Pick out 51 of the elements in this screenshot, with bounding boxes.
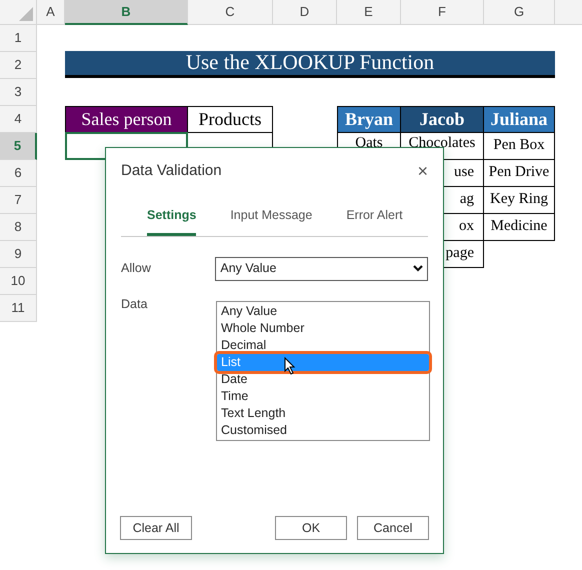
- close-button[interactable]: ×: [417, 162, 428, 180]
- dropdown-option[interactable]: Decimal: [217, 336, 429, 354]
- row-header[interactable]: 4: [0, 106, 37, 133]
- table-cell: Pen Drive: [483, 159, 555, 187]
- row-header[interactable]: 8: [0, 214, 37, 241]
- dropdown-option[interactable]: Date: [217, 370, 429, 388]
- row-header[interactable]: 10: [0, 268, 37, 295]
- column-header[interactable]: [555, 0, 582, 25]
- column-header[interactable]: F: [401, 0, 484, 25]
- dropdown-option[interactable]: Customised: [217, 422, 429, 439]
- header-cell: Products: [187, 106, 273, 133]
- cursor-icon: [284, 356, 296, 375]
- corner-triangle-icon: [19, 7, 33, 21]
- sheet-title: Use the XLOOKUP Function: [65, 51, 555, 78]
- dialog-title: Data Validation: [121, 160, 222, 181]
- dropdown-option[interactable]: Time: [217, 388, 429, 405]
- tab[interactable]: Settings: [147, 206, 196, 236]
- dropdown-option[interactable]: Any Value: [217, 302, 429, 320]
- dialog-button[interactable]: OK: [275, 516, 347, 540]
- chevron-down-icon: [413, 265, 423, 272]
- row-header[interactable]: 5: [0, 133, 37, 160]
- header-cell: Bryan: [337, 106, 401, 133]
- table-cell: Medicine: [483, 213, 555, 241]
- column-header[interactable]: E: [337, 0, 401, 25]
- dialog-button[interactable]: Cancel: [357, 516, 429, 540]
- header-cell: Jacob: [400, 106, 484, 133]
- select-all-corner[interactable]: [0, 0, 37, 25]
- column-header[interactable]: A: [37, 0, 65, 25]
- row-header[interactable]: 11: [0, 295, 37, 322]
- header-cell: Sales person: [65, 106, 188, 133]
- table-cell: Pen Box: [483, 132, 555, 160]
- dropdown-option[interactable]: Whole Number: [217, 320, 429, 337]
- allow-dropdown[interactable]: Any Value: [215, 256, 428, 281]
- dialog-button[interactable]: Clear All: [120, 516, 192, 540]
- field-label: Data: [121, 296, 148, 313]
- row-header[interactable]: 7: [0, 187, 37, 214]
- row-header[interactable]: 1: [0, 25, 37, 52]
- row-header[interactable]: 2: [0, 52, 37, 79]
- column-header[interactable]: G: [484, 0, 555, 25]
- column-header[interactable]: C: [188, 0, 273, 25]
- field-label: Allow: [121, 260, 152, 278]
- tab[interactable]: Error Alert: [346, 206, 403, 236]
- tab[interactable]: Input Message: [230, 206, 312, 236]
- column-header[interactable]: B: [65, 0, 188, 25]
- row-header[interactable]: 6: [0, 160, 37, 187]
- row-header[interactable]: 3: [0, 79, 37, 106]
- dropdown-option[interactable]: Text Length: [217, 404, 429, 422]
- table-cell: Key Ring: [483, 186, 555, 214]
- header-cell: Juliana: [483, 106, 555, 133]
- row-header[interactable]: 9: [0, 241, 37, 268]
- column-header[interactable]: D: [273, 0, 337, 25]
